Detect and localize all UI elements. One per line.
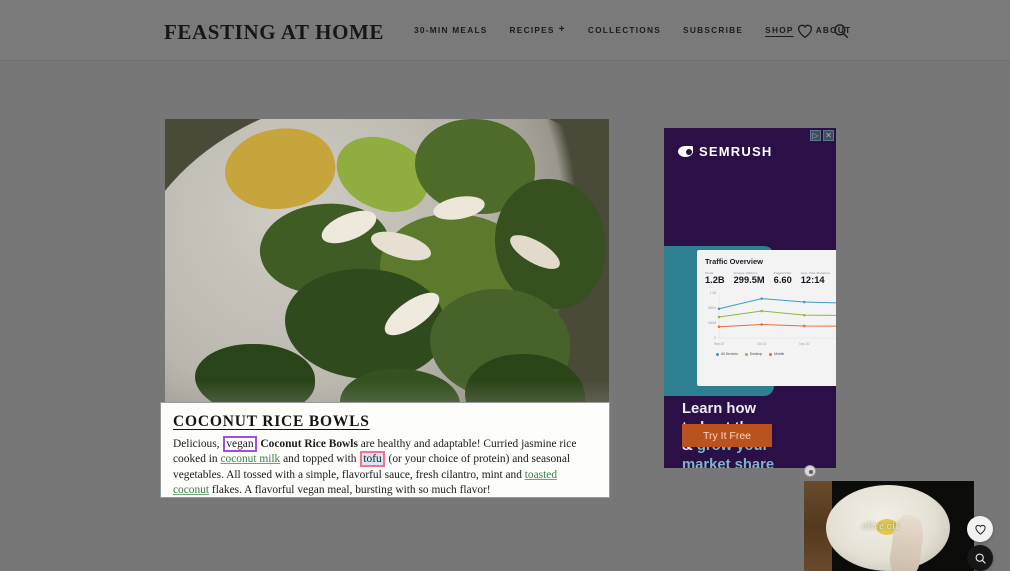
sidebar-advertisement[interactable]: ▷ ✕ SEMRUSH Traffic Overview Visits 1.2B… [664,128,836,468]
nav-label: 30-MIN MEALS [414,24,488,35]
svg-text:400M: 400M [708,321,716,325]
try-it-free-button[interactable]: Try It Free [682,424,772,447]
metrics-row: Visits 1.2B Unique Visitors 299.5M Pages… [705,271,836,285]
plus-icon: + [558,24,566,35]
semrush-logo: SEMRUSH [678,144,772,159]
svg-text:1.2B: 1.2B [709,291,716,295]
legend-item: Desktop [744,352,763,356]
metric-pages-per-visit: Pages/Visit 6.60 [774,271,792,285]
metric-value: 12:14 [800,275,825,285]
legend-swatch [769,352,773,356]
nav-item-recipes[interactable]: RECIPES + [510,24,566,35]
nav-label: COLLECTIONS [587,24,662,35]
desc-text: Delicious, [173,438,223,450]
highlight-vegan[interactable]: vegan [223,436,257,452]
svg-text:0: 0 [714,336,716,340]
nav-item-collections[interactable]: COLLECTIONS [588,25,661,35]
highlight-tofu[interactable]: tofu [360,451,385,468]
metric-value: 299.5M [733,275,765,285]
legend-item: Mobile [769,352,784,356]
floating-favorite-button[interactable] [967,516,993,542]
headline-line-4: market share [682,456,775,469]
headline-line-1: Learn how [682,401,756,417]
svg-text:Oct 20: Oct 20 [757,342,767,346]
metric-value: 1.2B [705,275,725,285]
recipe-video-player[interactable]: olive oil [804,481,974,571]
recipe-title: COCONUT RICE BOWLS [173,413,370,430]
chart-legend: All Devices Desktop Mobile [705,352,836,356]
legend-swatch [716,352,719,356]
recipe-name-bold: Coconut Rice Bowls [260,438,358,450]
metric-unique-visitors: Unique Visitors 299.5M [734,271,765,285]
nav-item-shop[interactable]: SHOP [765,25,794,35]
metric-visits: Visits 1.2B [705,271,725,285]
legend-label: Mobile [774,352,785,356]
semrush-wordmark: SEMRUSH [699,144,773,159]
search-icon[interactable] [832,22,850,40]
nav-item-30-min-meals[interactable]: 30-MIN MEALS [414,25,488,35]
svg-text:800M: 800M [708,306,716,310]
svg-text:Nov 20: Nov 20 [799,342,809,346]
traffic-line-chart: 1.2B800M400M0Sep 20Oct 20Nov 20Dec [705,290,836,350]
panel-title: Traffic Overview [705,257,763,266]
link-coconut-milk[interactable]: coconut milk [220,453,280,465]
main-navigation: 30-MIN MEALS RECIPES + COLLECTIONS SUBSC… [414,24,851,35]
svg-text:Sep 20: Sep 20 [714,342,724,346]
nav-label: SHOP [765,24,794,35]
browser-page: FEASTING AT HOME 30-MIN MEALS RECIPES + … [0,0,1010,571]
header-icon-group [796,22,850,40]
traffic-overview-panel: Traffic Overview Visits 1.2B Unique Visi… [697,250,836,386]
video-overlay-text: olive oil [862,521,899,532]
site-header: FEASTING AT HOME 30-MIN MEALS RECIPES + … [0,0,1010,61]
nav-item-subscribe[interactable]: SUBSCRIBE [683,25,743,35]
recipe-summary-card: COCONUT RICE BOWLS Delicious, vegan Coco… [160,402,610,498]
adchoices-icon[interactable]: ▷ [810,130,821,141]
legend-label: Desktop [749,352,763,356]
metric-value: 6.60 [773,275,792,285]
legend-label: All Devices [721,352,738,356]
recipe-description: Delicious, vegan Coconut Rice Bowls are … [173,436,595,499]
nav-label: RECIPES [509,24,555,35]
floating-search-button[interactable] [967,545,993,571]
semrush-mark-icon [678,146,693,157]
desc-text: and topped with [280,453,360,466]
legend-item: All Devices [716,352,738,356]
legend-swatch [744,352,748,356]
close-icon[interactable]: ✕ [823,130,834,141]
metric-avg-visit-duration: Avg. Visit Duration 12:14 [801,271,830,285]
desc-text: flakes. A flavorful vegan meal, bursting… [209,484,491,497]
nav-label: SUBSCRIBE [683,24,744,35]
heart-icon[interactable] [796,22,814,40]
site-logo[interactable]: FEASTING AT HOME [164,20,384,45]
ad-controls: ▷ ✕ [810,130,834,141]
ad-info-badge[interactable] [804,465,816,477]
